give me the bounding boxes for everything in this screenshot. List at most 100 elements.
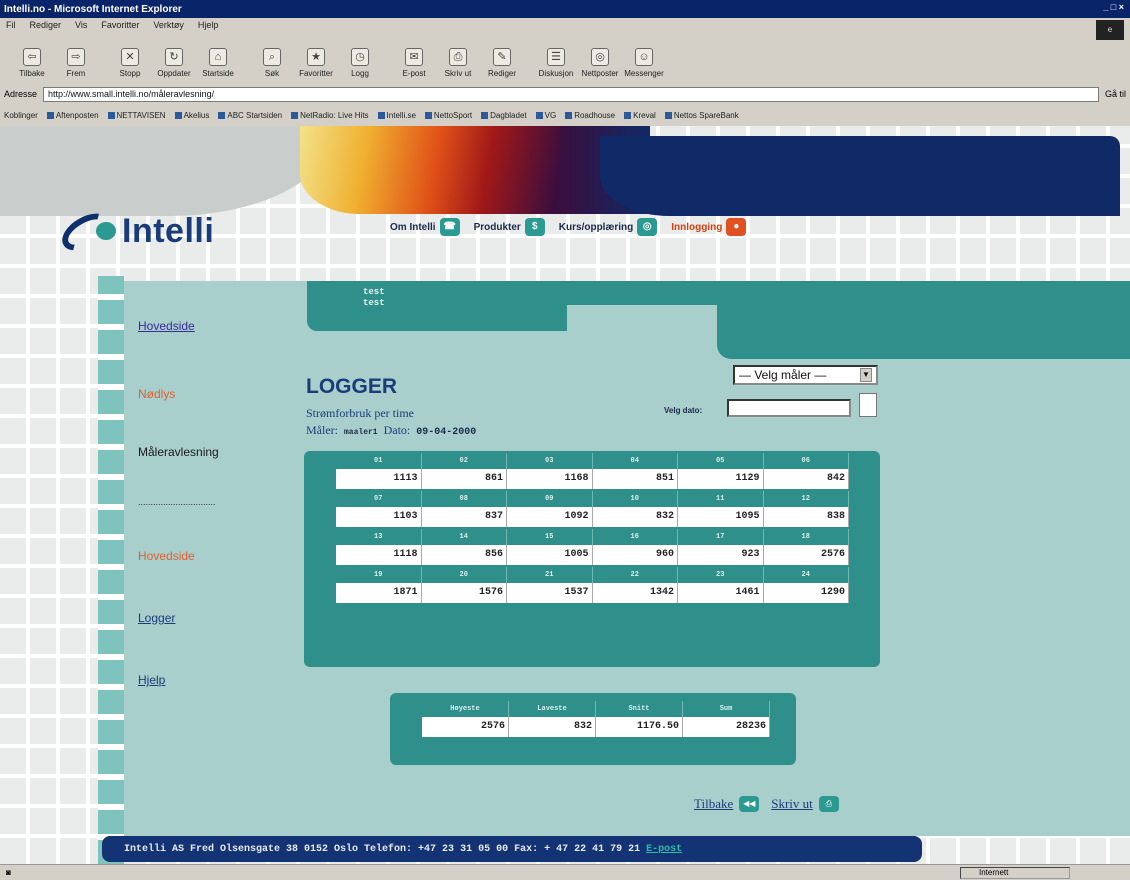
menu-link-maleravlesning[interactable]: Måleravlesning: [138, 445, 219, 459]
toolbar-label: Logg: [351, 69, 369, 78]
printer-icon[interactable]: ⎙: [818, 796, 839, 812]
forward-arrow-icon: ⇨: [67, 48, 85, 66]
browser-window: Intelli.no - Microsoft Internet Explorer…: [0, 0, 1130, 880]
link-item[interactable]: Intelli.se: [377, 111, 416, 120]
footer-fax: Fax: + 47 22 41 79 21: [514, 843, 641, 855]
menu-link-hjelp[interactable]: Hjelp: [138, 673, 165, 687]
toolbar-button-refresh[interactable]: ↻ Oppdater: [152, 48, 196, 78]
meter-label: Måler:: [306, 423, 338, 437]
meter-select[interactable]: — Velg måler — ▼: [733, 365, 878, 385]
footer-company: Intelli AS: [124, 843, 185, 855]
column-header: Snitt: [596, 701, 683, 717]
nav-item[interactable]: Kurs/opplæring ◎: [559, 218, 658, 236]
toolbar-button-discuss[interactable]: ☰ Diskusjon: [534, 48, 578, 78]
calendar-button[interactable]: [859, 393, 877, 417]
rewind-icon[interactable]: ◀◀: [739, 796, 760, 812]
toolbar-button-history[interactable]: ◷ Logg: [338, 48, 382, 78]
intelli-logo[interactable]: Intelli: [55, 205, 214, 258]
table-cell: 832: [509, 717, 596, 737]
user-info: test test: [363, 287, 385, 309]
footer-email-link[interactable]: E-post: [646, 844, 682, 855]
table-cell: 1103: [336, 507, 422, 527]
action-links: Tilbake ◀◀ Skriv ut ⎙: [694, 796, 839, 812]
nav-item[interactable]: Om Intelli ☎: [390, 218, 460, 236]
link-page-icon: [174, 111, 182, 119]
menu-bar: Fil Rediger Vis Favoritter Verktøy Hjelp: [0, 18, 1130, 34]
go-button[interactable]: Gå til: [1105, 89, 1126, 99]
banner-right: [600, 136, 1120, 216]
menu-favorites[interactable]: Favoritter: [101, 20, 139, 32]
link-item[interactable]: ABC Startsiden: [218, 111, 282, 120]
link-item[interactable]: Roadhouse: [565, 111, 615, 120]
chevron-down-icon[interactable]: ▼: [860, 368, 872, 382]
table-cell: 1095: [678, 507, 764, 527]
toolbar-button-back-arrow[interactable]: ⇦ Tilbake: [10, 48, 54, 78]
menu-link-nodlys[interactable]: Nødlys: [138, 387, 175, 401]
link-item[interactable]: Dagbladet: [481, 110, 527, 120]
home-icon: ⌂: [209, 48, 227, 66]
link-item[interactable]: Akelius: [174, 110, 210, 120]
toolbar-button-home[interactable]: ⌂ Startside: [196, 48, 240, 78]
address-input[interactable]: http://www.small.intelli.no/måleravlesni…: [43, 86, 1099, 102]
site-nav: Om Intelli ☎ Produkter $ Kurs/opplæring ◎ Innl…: [390, 218, 747, 236]
link-item[interactable]: Kreval: [624, 111, 656, 120]
toolbar-button-search[interactable]: ⌕ Søk: [250, 48, 294, 78]
toolbar-button-print[interactable]: ⎙ Skriv ut: [436, 48, 480, 78]
toolbar-label: Frem: [66, 69, 86, 78]
table-row: 1113 861 1168 851 1129 842: [336, 469, 849, 489]
column-header: Laveste: [509, 701, 596, 717]
menu-link-hovedside-2[interactable]: Hovedside: [138, 549, 195, 563]
link-item[interactable]: NETTAVISEN: [107, 111, 166, 120]
menu-edit[interactable]: Rediger: [30, 20, 62, 32]
back-link[interactable]: Tilbake: [694, 796, 733, 812]
toolbar-label: E-post: [402, 69, 426, 78]
link-item[interactable]: Nettos SpareBank: [664, 111, 739, 120]
status-bar: ◙ Internett: [0, 864, 1130, 880]
print-icon: ⎙: [449, 48, 467, 66]
nav-icon: ◎: [637, 218, 658, 236]
toolbar-button-edit[interactable]: ✎ Rediger: [480, 48, 524, 78]
link-label: Dagbladet: [490, 110, 527, 120]
column-header: 22: [593, 567, 678, 583]
menu-tools[interactable]: Verktøy: [153, 20, 184, 32]
nav-item[interactable]: Produkter $: [474, 218, 545, 236]
window-controls[interactable]: _ □ ×: [1103, 2, 1124, 12]
table-header-row: Høyeste Laveste Snitt Sum: [422, 701, 770, 717]
web-icon: ◎: [591, 48, 609, 66]
messenger-icon: ☺: [635, 48, 653, 66]
toolbar-button-web[interactable]: ◎ Nettposter: [578, 48, 622, 78]
toolbar-button-messenger[interactable]: ☺ Messenger: [622, 48, 666, 78]
toolbar-button-stop[interactable]: ✕ Stopp: [108, 48, 152, 78]
link-page-icon: [664, 111, 672, 119]
menu-link-hovedside[interactable]: Hovedside: [138, 319, 195, 333]
toolbar: ⇦ Tilbake ⇨ Frem ✕ Stopp ↻ Oppdater ⌂ Startside ⌕ S…: [0, 36, 1130, 82]
column-header: 23: [678, 567, 764, 583]
table-row: 1871 1576 1537 1342 1461 1290: [336, 583, 849, 603]
toolbar-button-forward-arrow[interactable]: ⇨ Frem: [54, 48, 98, 78]
date-value: 09-04-2000: [416, 427, 477, 438]
toolbar-button-favorites[interactable]: ★ Favoritter: [294, 48, 338, 78]
link-item[interactable]: NetRadio: Live Hits: [291, 111, 369, 120]
link-item[interactable]: Aftenposten: [46, 111, 99, 120]
menu-view[interactable]: Vis: [75, 20, 87, 32]
column-header: Sum: [683, 701, 770, 717]
toolbar-button-mail[interactable]: ✉ E-post: [392, 48, 436, 78]
print-link[interactable]: Skriv ut: [771, 796, 813, 812]
menu-file[interactable]: Fil: [6, 20, 16, 32]
menu-link-logger[interactable]: Logger: [138, 611, 175, 625]
column-header: 08: [422, 491, 507, 507]
search-icon: ⌕: [263, 48, 281, 66]
left-tile-strip: [98, 276, 124, 864]
link-page-icon: [107, 111, 115, 119]
link-item[interactable]: VG: [535, 111, 556, 120]
table-cell: 2576: [764, 545, 849, 565]
table-row: 1118 856 1005 960 923 2576: [336, 545, 849, 565]
table-cell: 960: [593, 545, 678, 565]
date-input[interactable]: [727, 399, 851, 417]
link-label: Akelius: [183, 110, 210, 120]
column-header: 01: [336, 453, 422, 469]
link-item[interactable]: NettoSport: [424, 111, 472, 120]
toolbar-label: Diskusjon: [538, 69, 574, 78]
menu-help[interactable]: Hjelp: [198, 20, 219, 32]
nav-item[interactable]: Innlogging ●: [671, 218, 747, 236]
